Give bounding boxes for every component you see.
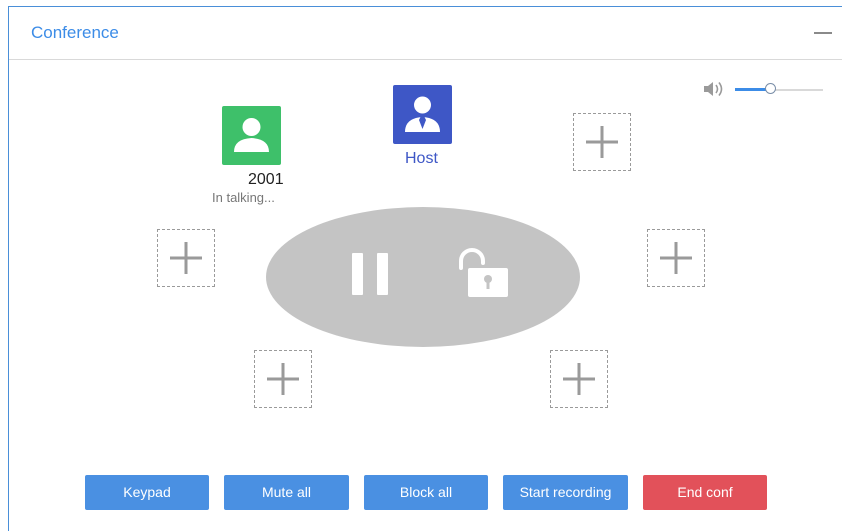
member-status: In talking... bbox=[212, 190, 275, 205]
plus-icon bbox=[586, 126, 618, 158]
add-member-slot[interactable] bbox=[550, 350, 608, 408]
mute-all-button[interactable]: Mute all bbox=[224, 475, 349, 510]
host-label: Host bbox=[405, 150, 438, 167]
volume-slider-handle[interactable] bbox=[765, 83, 776, 94]
start-recording-button[interactable]: Start recording bbox=[503, 475, 628, 510]
add-member-slot[interactable] bbox=[573, 113, 631, 171]
add-member-slot[interactable] bbox=[254, 350, 312, 408]
block-all-button[interactable]: Block all bbox=[364, 475, 488, 510]
host-avatar[interactable] bbox=[393, 85, 452, 144]
plus-icon bbox=[563, 363, 595, 395]
add-member-slot[interactable] bbox=[647, 229, 705, 287]
member-avatar[interactable] bbox=[222, 106, 281, 165]
keypad-button[interactable]: Keypad bbox=[85, 475, 209, 510]
panel-title: Conference bbox=[31, 23, 119, 42]
volume-control bbox=[702, 78, 832, 100]
plus-icon bbox=[170, 242, 202, 274]
pause-icon[interactable] bbox=[350, 253, 390, 297]
speaker-icon[interactable] bbox=[702, 78, 728, 100]
plus-icon bbox=[660, 242, 692, 274]
panel-header: Conference bbox=[9, 7, 842, 60]
add-member-slot[interactable] bbox=[157, 229, 215, 287]
conference-control-oval bbox=[266, 207, 580, 347]
unlock-icon[interactable] bbox=[448, 246, 510, 298]
minimize-button[interactable] bbox=[814, 32, 832, 34]
plus-icon bbox=[267, 363, 299, 395]
end-conf-button[interactable]: End conf bbox=[643, 475, 767, 510]
member-number: 2001 bbox=[248, 171, 284, 188]
